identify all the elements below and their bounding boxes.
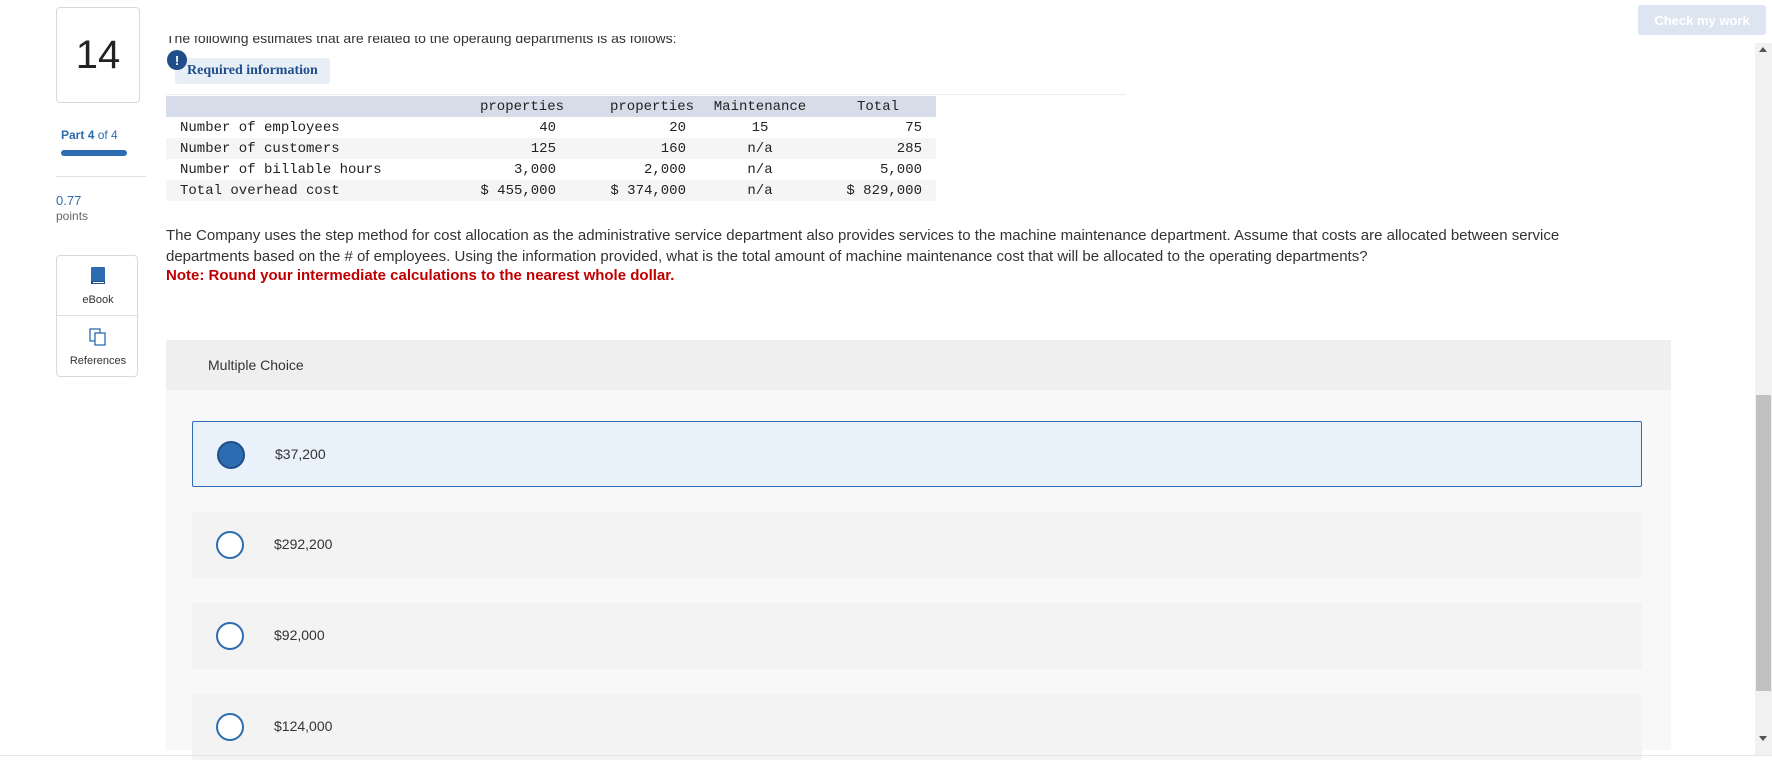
scroll-down-arrow-icon[interactable] (1759, 736, 1767, 741)
bottom-divider (0, 755, 1772, 756)
table-cell: 160 (570, 138, 700, 159)
table-cell: 285 (820, 138, 936, 159)
table-cell: $ 829,000 (820, 180, 936, 201)
tools-panel: eBook References (56, 255, 139, 377)
intro-text-clipped: The following estimates that are related… (166, 36, 866, 46)
radio-button[interactable] (216, 622, 244, 650)
rounding-note: Note: Round your intermediate calculatio… (166, 267, 675, 284)
table-cell: 40 (539, 119, 556, 136)
choice-option-1[interactable]: $37,200 (192, 421, 1642, 487)
choice-label: $37,200 (275, 446, 326, 462)
table-row: Number of customers 125 160 n/a 285 (166, 138, 936, 159)
table-row: Total overhead cost $ 455,000 $ 374,000 … (166, 180, 936, 201)
choice-label: $92,000 (274, 627, 325, 643)
part-prefix: Part (61, 128, 85, 142)
multiple-choice-panel: Multiple Choice $37,200 $292,200 $92,000… (166, 340, 1671, 760)
table-cell: 3,000 (513, 161, 556, 178)
references-label: References (69, 355, 127, 367)
references-button[interactable]: References (57, 317, 139, 377)
radio-button[interactable] (216, 713, 244, 741)
check-my-work-button[interactable]: Check my work (1638, 5, 1766, 35)
table-cell: 20 (669, 119, 686, 136)
points-value: 0.77 (56, 193, 82, 208)
table-cell: 2,000 (643, 161, 686, 178)
part-progress-bar (61, 150, 127, 156)
table-header-row: properties properties Maintenance Total (166, 96, 936, 117)
question-text: The Company uses the step method for cos… (166, 227, 1560, 265)
part-of: of 4 (97, 128, 118, 142)
table-row: Number of employees 40 20 15 75 (166, 117, 936, 138)
table-cell: 15 (751, 119, 769, 136)
part-indicator: Part 4 of 4 (61, 128, 118, 142)
multiple-choice-options: $37,200 $292,200 $92,000 $124,000 (166, 390, 1671, 760)
table-cell: $ 374,000 (570, 180, 700, 201)
choice-label: $292,200 (274, 536, 333, 552)
table-cell: Number of customers (166, 138, 440, 159)
book-icon (91, 267, 105, 284)
table-header-cell (166, 96, 440, 117)
table-header-cell: properties (440, 96, 570, 117)
points-label: points (56, 209, 89, 223)
part-current: 4 (87, 128, 95, 142)
table-cell: n/a (700, 180, 820, 201)
choice-option-4[interactable]: $124,000 (192, 694, 1642, 760)
ebook-label: eBook (82, 294, 114, 306)
intro-text: The following estimates that are related… (166, 36, 677, 46)
table-cell: Number of employees (180, 119, 340, 136)
required-information-tab[interactable]: Required information (175, 58, 330, 84)
table-cell: 125 (440, 138, 570, 159)
choice-option-3[interactable]: $92,000 (192, 603, 1642, 669)
radio-button-selected[interactable] (217, 441, 245, 469)
table-cell: n/a (747, 161, 773, 178)
required-information-label: Required information (187, 63, 318, 78)
table-header-cell: properties (570, 96, 700, 117)
exclamation-icon: ! (167, 50, 187, 70)
scroll-up-arrow-icon[interactable] (1759, 47, 1767, 52)
table-cell: 5,000 (879, 161, 922, 178)
question-number: 14 (75, 32, 121, 77)
table-cell: Total overhead cost (166, 180, 440, 201)
table-cell: 75 (905, 119, 922, 136)
table-cell: Number of billable hours (180, 161, 382, 178)
radio-button[interactable] (216, 531, 244, 559)
multiple-choice-header: Multiple Choice (166, 340, 1671, 390)
question-number-box: 14 (56, 7, 140, 103)
table-row: Number of billable hours 3,000 2,000 n/a… (166, 159, 936, 180)
estimates-table: properties properties Maintenance Total … (166, 96, 936, 201)
table-header-cell: Maintenance (700, 96, 820, 117)
table-cell: $ 455,000 (440, 180, 570, 201)
ebook-button[interactable]: eBook (57, 256, 139, 316)
copy-documents-icon (89, 328, 106, 346)
rail-divider (56, 176, 146, 177)
table-cell: n/a (700, 138, 820, 159)
multiple-choice-title: Multiple Choice (208, 357, 304, 373)
required-info-divider (166, 94, 1126, 95)
choice-option-2[interactable]: $292,200 (192, 512, 1642, 578)
choice-label: $124,000 (274, 718, 333, 734)
scrollbar-thumb[interactable] (1756, 395, 1771, 691)
table-header-cell: Total (820, 96, 936, 117)
